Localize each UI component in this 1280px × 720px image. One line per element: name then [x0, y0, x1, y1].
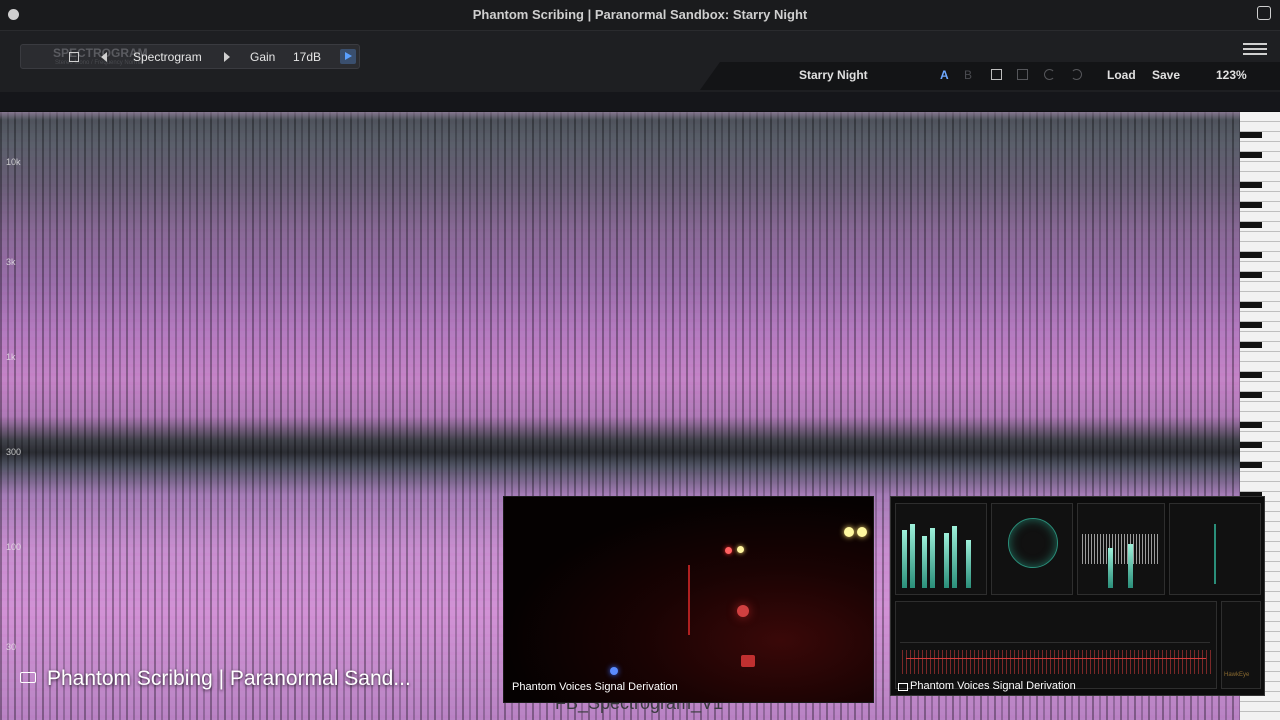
goniometer-panel — [991, 503, 1073, 595]
window-titlebar: Phantom Scribing | Paranormal Sandbox: S… — [0, 0, 1280, 31]
load-button[interactable]: Load — [1107, 68, 1136, 82]
monitor-icon — [898, 683, 908, 691]
correlation-panel — [1077, 503, 1165, 595]
undo-icon[interactable] — [1044, 69, 1055, 80]
hamburger-menu-icon[interactable] — [1243, 43, 1267, 55]
next-view-icon[interactable] — [224, 52, 230, 62]
window-title: Phantom Scribing | Paranormal Sandbox: S… — [472, 7, 808, 22]
freq-label: 1k — [6, 352, 16, 362]
ab-compare-a-button[interactable]: A — [940, 68, 949, 82]
view-selector[interactable]: Spectrogram — [133, 50, 202, 64]
level-meters-panel — [895, 503, 987, 595]
gain-label: Gain — [250, 50, 276, 64]
previous-view-icon[interactable] — [101, 52, 107, 62]
copy-icon[interactable] — [991, 69, 1002, 80]
ab-compare-b-button[interactable]: B — [964, 68, 972, 82]
monitor-icon — [20, 672, 36, 683]
zoom-level[interactable]: 123% — [1216, 68, 1247, 82]
vectorscope-panel — [1169, 503, 1261, 595]
meter-window[interactable] — [890, 496, 1265, 696]
stream-title: Phantom Scribing | Paranormal Sand... — [47, 667, 411, 690]
freq-label: 10k — [6, 157, 21, 167]
header-strip — [0, 92, 1280, 111]
preset-bar — [700, 62, 1280, 90]
play-button[interactable] — [340, 49, 356, 64]
paste-icon[interactable] — [1017, 69, 1028, 80]
gain-value[interactable]: 17dB — [293, 50, 321, 64]
redo-icon[interactable] — [1071, 69, 1082, 80]
preset-name[interactable]: Starry Night — [799, 68, 868, 82]
window-fullscreen-icon[interactable] — [1257, 6, 1271, 20]
brand-logo: HawkEye — [1224, 672, 1250, 678]
freq-label: 3k — [6, 257, 16, 267]
save-button[interactable]: Save — [1152, 68, 1180, 82]
crop-icon[interactable] — [69, 52, 79, 62]
freq-label: 30 — [6, 642, 17, 652]
view-toolbar: SPECTROGRAM Stereo Mono / Frequency Norm… — [20, 44, 360, 69]
spectrum-panel — [895, 601, 1217, 689]
freq-label: 100 — [6, 542, 22, 552]
video-tile[interactable]: Phantom Voices Signal Derivation — [503, 496, 874, 703]
video-label: Phantom Voices Signal Derivation — [512, 681, 678, 693]
meters-label: Phantom Voices Signal Derivation — [910, 680, 1076, 692]
freq-label: 300 — [6, 447, 22, 457]
